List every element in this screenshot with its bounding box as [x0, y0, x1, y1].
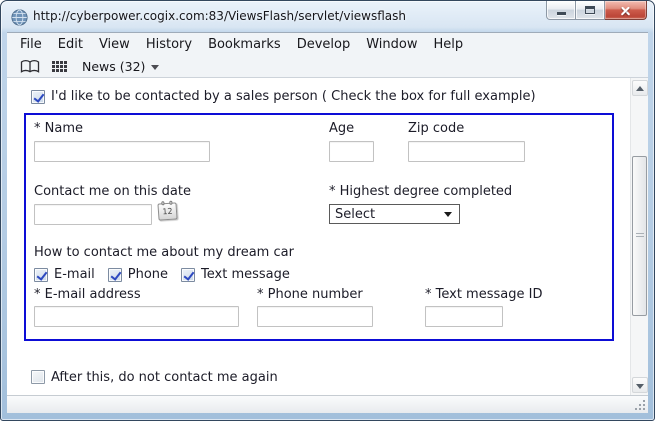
menu-bar: File Edit View History Bookmarks Develop… [7, 32, 648, 55]
contact-methods-row: E-mail Phone Text message [34, 267, 303, 282]
menu-window[interactable]: Window [358, 35, 425, 54]
menu-help[interactable]: Help [426, 35, 472, 54]
scroll-down-button[interactable] [632, 377, 648, 393]
text-message-option-label: Text message [201, 267, 290, 282]
menu-view[interactable]: View [91, 35, 138, 54]
chevron-down-icon [151, 65, 159, 70]
browser-window: http://cyberpower.cogix.com:83/ViewsFlas… [0, 0, 655, 421]
grid-icon[interactable] [52, 61, 67, 72]
no-more-contact-checkbox[interactable] [31, 370, 45, 384]
degree-label: * Highest degree completed [329, 184, 512, 199]
scrollbar-thumb[interactable] [632, 156, 647, 316]
menu-develop[interactable]: Develop [289, 35, 359, 54]
calendar-ring [161, 201, 164, 205]
sales-optin-checkbox[interactable] [31, 90, 45, 104]
name-label: * Name [34, 121, 83, 136]
phone-option-label: Phone [128, 267, 168, 282]
email-option-label: E-mail [54, 267, 95, 282]
contact-methods-label: How to contact me about my dream car [34, 245, 294, 260]
bookmark-news-label: News (32) [82, 59, 145, 74]
no-more-contact-label: After this, do not contact me again [51, 370, 278, 385]
calendar-button[interactable]: 12 [157, 202, 177, 220]
email-address-label: * E-mail address [34, 287, 141, 302]
resize-grip[interactable] [634, 399, 646, 411]
window-controls [546, 1, 647, 20]
close-button[interactable] [605, 1, 647, 20]
zip-label: Zip code [408, 121, 464, 136]
contact-date-label: Contact me on this date [34, 184, 191, 199]
phone-number-input[interactable] [257, 306, 373, 327]
text-message-id-input[interactable] [425, 306, 503, 327]
title-bar: http://cyberpower.cogix.com:83/ViewsFlas… [1, 1, 655, 32]
menu-bookmarks[interactable]: Bookmarks [200, 35, 289, 54]
close-icon [620, 5, 631, 16]
name-input[interactable] [34, 141, 210, 162]
vertical-scrollbar [630, 78, 648, 395]
email-address-input[interactable] [34, 306, 239, 327]
calendar-icon: 12 [158, 203, 176, 219]
phone-checkbox[interactable] [108, 268, 122, 282]
text-message-checkbox[interactable] [181, 268, 195, 282]
scroll-up-button[interactable] [632, 80, 648, 96]
contact-method-option: Phone [108, 267, 168, 282]
minimize-icon [557, 12, 566, 15]
age-input[interactable] [329, 141, 374, 162]
page-content: I'd like to be contacted by a sales pers… [7, 78, 648, 395]
sales-optin-label: I'd like to be contacted by a sales pers… [51, 89, 536, 104]
scrollbar-grip-icon [636, 233, 644, 239]
minimize-button[interactable] [546, 1, 576, 20]
contact-date-input[interactable] [34, 204, 152, 225]
age-label: Age [329, 121, 354, 136]
phone-number-label: * Phone number [257, 287, 363, 302]
contact-method-option: E-mail [34, 267, 95, 282]
text-message-id-label: * Text message ID [425, 287, 542, 302]
arrow-up-icon [636, 86, 644, 91]
menu-history[interactable]: History [138, 35, 200, 54]
globe-icon [11, 9, 28, 26]
zip-input[interactable] [408, 141, 525, 162]
bookmarks-bar: News (32) [7, 55, 648, 78]
select-arrow-icon [444, 212, 452, 217]
email-checkbox[interactable] [34, 268, 48, 282]
menu-edit[interactable]: Edit [50, 35, 91, 54]
maximize-icon [585, 6, 595, 14]
contact-method-option: Text message [181, 267, 290, 282]
book-icon[interactable] [20, 59, 40, 74]
arrow-down-icon [636, 384, 644, 389]
calendar-ring [169, 201, 172, 205]
bookmark-news-folder[interactable]: News (32) [82, 59, 159, 74]
maximize-button[interactable] [576, 1, 605, 20]
status-bar [7, 395, 648, 413]
degree-select[interactable]: Select [329, 204, 460, 224]
menu-file[interactable]: File [12, 35, 50, 54]
window-title: http://cyberpower.cogix.com:83/ViewsFlas… [33, 9, 406, 23]
degree-selected-value: Select [335, 207, 375, 222]
